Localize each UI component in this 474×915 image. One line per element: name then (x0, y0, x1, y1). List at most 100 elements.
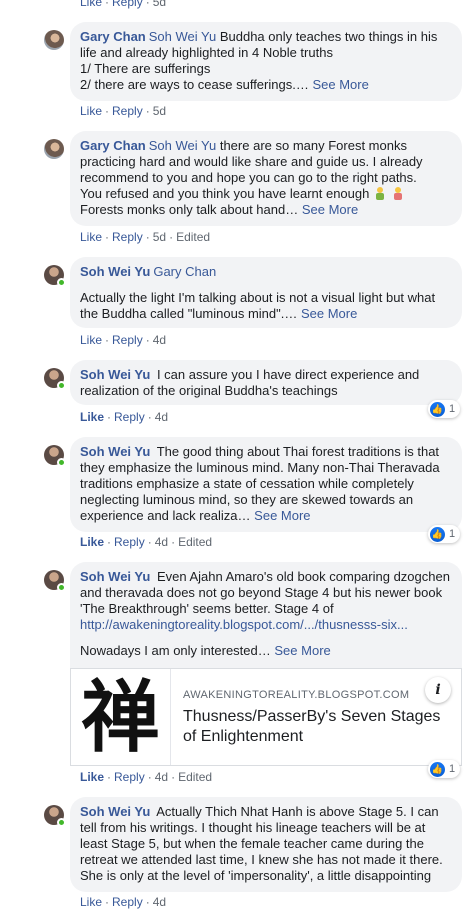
comment-author[interactable]: Gary Chan (80, 29, 146, 44)
comment-text: 'The Breakthrough' seems better. Stage 4… (80, 601, 334, 616)
see-more-link[interactable]: See More (302, 202, 358, 217)
avatar[interactable] (44, 368, 66, 390)
avatar[interactable] (44, 805, 66, 827)
reply-link[interactable]: Reply (112, 333, 143, 347)
comment-text: life and already highlighted in 4 Noble … (80, 45, 333, 60)
comment-bubble: Soh Wei Yu Even Ajahn Amaro's old book c… (70, 562, 462, 670)
reply-link[interactable]: Reply (114, 535, 145, 549)
comment-text: 2/ there are ways to cease sufferings.… (80, 77, 309, 92)
reaction-count[interactable]: 👍 1 (428, 760, 461, 778)
comment-text: there are so many Forest monks (219, 138, 407, 153)
reply-link[interactable]: Reply (112, 104, 143, 118)
link-title[interactable]: Thusness/PasserBy's Seven Stages of Enli… (183, 707, 453, 747)
comment-text: She is only at the level of 'impersonali… (80, 868, 432, 883)
online-status-icon (57, 583, 66, 592)
comment-text: tell from his writings. I thought his li… (80, 820, 426, 835)
like-link[interactable]: Like (80, 895, 102, 909)
avatar[interactable] (44, 265, 66, 287)
comment-author[interactable]: Soh Wei Yu (80, 444, 150, 459)
reply-link[interactable]: Reply (114, 770, 145, 784)
comment-actions: Like · Reply · 5d · Edited (80, 230, 211, 244)
comment-bubble: Soh Wei Yu Actually Thich Nhat Hanh is a… (70, 797, 462, 892)
comment-author[interactable]: Soh Wei Yu (80, 804, 150, 819)
edited-label[interactable]: Edited (178, 770, 212, 784)
comment-text: recommend to you and hope you can go to … (80, 170, 417, 185)
comment-text: realization of the original Buddha's tea… (80, 383, 338, 398)
thumbs-up-icon: 👍 (430, 761, 445, 777)
reply-link[interactable]: Reply (112, 0, 143, 9)
comment-bubble: Gary Chan Soh Wei Yu Buddha only teaches … (70, 22, 462, 101)
link-thumbnail[interactable]: 禅 (71, 669, 171, 765)
comment-actions: Like · Reply · 4d · Edited (80, 535, 213, 549)
online-status-icon (57, 818, 66, 827)
timestamp[interactable]: 5d (153, 0, 166, 9)
reply-link[interactable]: Reply (112, 895, 143, 909)
comment-text: Even Ajahn Amaro's old book comparing dz… (156, 569, 450, 584)
comment-text: I can assure you I have direct experienc… (156, 367, 420, 382)
avatar[interactable] (44, 445, 66, 467)
like-link[interactable]: Like (80, 0, 102, 9)
online-status-icon (57, 381, 66, 390)
reaction-count[interactable]: 👍 1 (428, 525, 461, 543)
like-link[interactable]: Like (80, 333, 102, 347)
comment-text: Actually Thich Nhat Hanh is above Stage … (156, 804, 439, 819)
comment-author[interactable]: Gary Chan (80, 138, 146, 153)
comment-actions: Like · Reply · 4d (80, 410, 169, 424)
edited-label[interactable]: Edited (178, 535, 212, 549)
comment-bubble: Soh Wei Yu I can assure you I have direc… (70, 360, 462, 405)
comment-actions-top: Like · Reply · 5d (80, 0, 166, 9)
comment-bubble: Soh Wei Yu Gary Chan Actually the light I… (70, 257, 462, 328)
timestamp[interactable]: 4d (155, 770, 168, 784)
reaction-count[interactable]: 👍 1 (428, 400, 461, 418)
comment-text: traditions emphasize a state of cessatio… (80, 476, 414, 491)
see-more-link[interactable]: See More (274, 643, 330, 658)
shared-link[interactable]: http://awakeningtoreality.blogspot.com/.… (80, 617, 451, 633)
reaction-number: 1 (449, 528, 456, 540)
see-more-link[interactable]: See More (254, 508, 310, 523)
tagged-user[interactable]: Gary Chan (153, 264, 216, 279)
comment-actions: Like · Reply · 5d (80, 104, 167, 118)
tagged-user[interactable]: Soh Wei Yu (149, 29, 216, 44)
like-link[interactable]: Like (80, 230, 102, 244)
comment-author[interactable]: Soh Wei Yu (80, 264, 150, 279)
comment-text: Nowadays I am only interested… (80, 643, 271, 658)
comment-text: the Buddha called "luminous mind".… (80, 306, 298, 321)
like-link[interactable]: Like (80, 770, 104, 784)
tagged-user[interactable]: Soh Wei Yu (149, 138, 216, 153)
comment-text: The good thing about Thai forest traditi… (156, 444, 440, 459)
comment-author[interactable]: Soh Wei Yu (80, 569, 150, 584)
timestamp[interactable]: 4d (153, 895, 166, 909)
avatar[interactable] (44, 30, 64, 50)
avatar[interactable] (44, 139, 64, 159)
comment-author[interactable]: Soh Wei Yu (80, 367, 150, 382)
timestamp[interactable]: 5d (153, 230, 166, 244)
timestamp[interactable]: 4d (155, 410, 168, 424)
online-status-icon (57, 278, 66, 287)
comment-actions: Like · Reply · 4d (80, 895, 167, 909)
reaction-number: 1 (449, 763, 456, 775)
avatar[interactable] (44, 570, 66, 592)
timestamp[interactable]: 4d (155, 535, 168, 549)
reply-link[interactable]: Reply (114, 410, 145, 424)
thumbs-up-icon: 👍 (430, 526, 445, 542)
see-more-link[interactable]: See More (312, 77, 368, 92)
comment-text: experience and lack realiza… (80, 508, 251, 523)
edited-label[interactable]: Edited (176, 230, 210, 244)
comment-text: Buddha only teaches two things in his (219, 29, 438, 44)
person-gesturing-no-emoji-icon (393, 187, 402, 200)
thumbs-up-icon: 👍 (430, 401, 445, 417)
like-link[interactable]: Like (80, 410, 104, 424)
comment-text: and theravada does not go beyond Stage 4… (80, 585, 443, 600)
timestamp[interactable]: 4d (153, 333, 166, 347)
like-link[interactable]: Like (80, 535, 104, 549)
link-preview-card[interactable]: 禅 AWAKENINGTOREALITY.BLOGSPOT.COM Thusne… (70, 668, 462, 766)
comment-text: least Stage 5, but when the female teach… (80, 836, 424, 851)
info-icon[interactable]: i (425, 677, 451, 703)
comment-text: 1/ There are sufferings (80, 61, 211, 76)
comment-text: they emphasize the luminous mind. Many n… (80, 460, 440, 475)
like-link[interactable]: Like (80, 104, 102, 118)
reply-link[interactable]: Reply (112, 230, 143, 244)
timestamp[interactable]: 5d (153, 104, 166, 118)
zen-calligraphy-glyph: 禅 (81, 672, 160, 763)
see-more-link[interactable]: See More (301, 306, 357, 321)
